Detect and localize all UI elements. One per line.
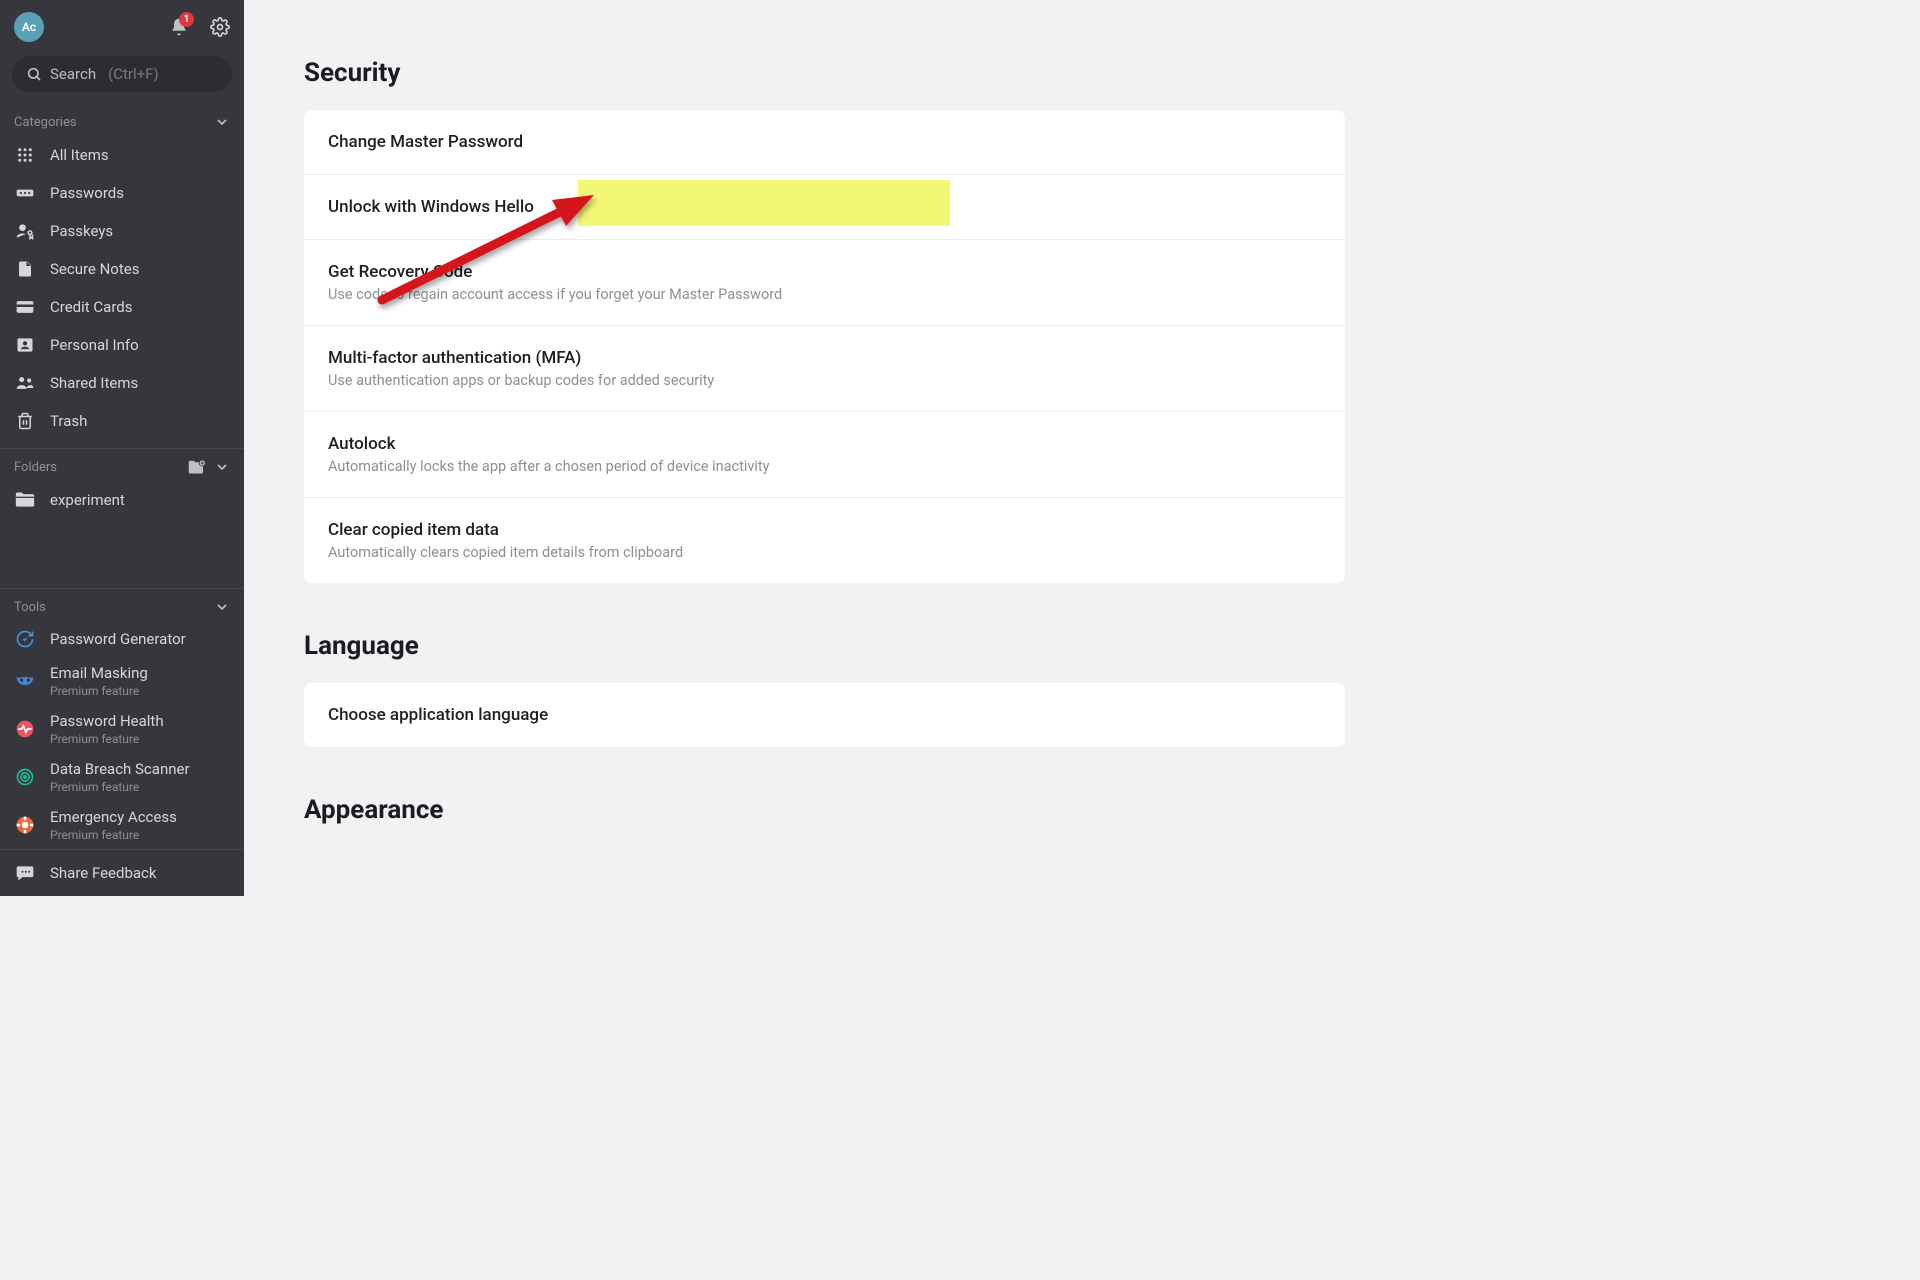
row-title: Change Master Password <box>328 132 1321 152</box>
tool-emergency-access[interactable]: Emergency Access Premium feature <box>0 801 244 849</box>
sidebar-item-credit-cards[interactable]: Credit Cards <box>0 288 244 326</box>
tool-email-masking[interactable]: Email Masking Premium feature <box>0 657 244 705</box>
row-title: Unlock with Windows Hello <box>328 197 1321 217</box>
row-mfa[interactable]: Multi-factor authentication (MFA) Use au… <box>304 326 1345 412</box>
generator-icon <box>14 628 36 650</box>
folder-item[interactable]: experiment <box>0 481 244 519</box>
share-feedback-label: Share Feedback <box>50 864 157 882</box>
trash-icon <box>14 410 36 432</box>
lifebuoy-icon <box>14 814 36 836</box>
sidebar: Ac 1 Search (Ctrl+F) Categories All <box>0 0 244 896</box>
note-icon <box>14 258 36 280</box>
sidebar-item-label: Shared Items <box>50 374 138 392</box>
search-hint: (Ctrl+F) <box>108 65 159 83</box>
sidebar-item-personal-info[interactable]: Personal Info <box>0 326 244 364</box>
sidebar-header: Ac 1 <box>0 0 244 48</box>
sidebar-item-passwords[interactable]: Passwords <box>0 174 244 212</box>
notifications-button[interactable]: 1 <box>168 16 190 38</box>
categories-header[interactable]: Categories <box>0 104 244 136</box>
tool-password-health[interactable]: Password Health Premium feature <box>0 705 244 753</box>
tool-label: Emergency Access <box>50 808 177 826</box>
search-placeholder: Search <box>50 65 96 83</box>
tool-label: Password Health <box>50 712 164 730</box>
scanner-icon <box>14 766 36 788</box>
row-desc: Automatically clears copied item details… <box>328 544 1321 561</box>
security-title: Security <box>304 58 1345 88</box>
sidebar-item-label: Credit Cards <box>50 298 132 316</box>
chevron-down-icon <box>214 599 230 615</box>
sidebar-item-shared-items[interactable]: Shared Items <box>0 364 244 402</box>
row-desc: Automatically locks the app after a chos… <box>328 458 1321 475</box>
health-icon <box>14 718 36 740</box>
settings-button[interactable] <box>210 17 230 37</box>
tools-list: Password Generator Email Masking Premium … <box>0 621 244 849</box>
folder-icon <box>14 489 36 511</box>
search-icon <box>26 66 42 82</box>
row-desc: Use authentication apps or backup codes … <box>328 372 1321 389</box>
row-title: Multi-factor authentication (MFA) <box>328 348 1321 368</box>
row-unlock-windows-hello[interactable]: Unlock with Windows Hello <box>304 175 1345 240</box>
language-title: Language <box>304 631 1345 661</box>
sidebar-item-label: Secure Notes <box>50 260 139 278</box>
passkey-icon <box>14 220 36 242</box>
categories-header-label: Categories <box>14 115 77 130</box>
mask-icon <box>14 670 36 692</box>
sidebar-item-trash[interactable]: Trash <box>0 402 244 440</box>
gear-icon <box>210 17 230 37</box>
row-title: Clear copied item data <box>328 520 1321 540</box>
tool-password-generator[interactable]: Password Generator <box>0 621 244 657</box>
premium-label: Premium feature <box>50 732 164 746</box>
chat-icon <box>14 862 36 884</box>
row-clear-copied[interactable]: Clear copied item data Automatically cle… <box>304 498 1345 583</box>
categories-list: All Items Passwords Passkeys Secure Note… <box>0 136 244 440</box>
sidebar-item-label: Passwords <box>50 184 124 202</box>
main-content: Security Change Master Password Unlock w… <box>244 0 1345 896</box>
row-desc: Use code to regain account access if you… <box>328 286 1321 303</box>
sidebar-item-label: Trash <box>50 412 87 430</box>
tool-label: Email Masking <box>50 664 148 682</box>
personal-icon <box>14 334 36 356</box>
premium-label: Premium feature <box>50 828 177 842</box>
folders-header-label: Folders <box>14 460 57 475</box>
card-icon <box>14 296 36 318</box>
tool-label: Data Breach Scanner <box>50 760 190 778</box>
tools-header-label: Tools <box>14 600 46 615</box>
row-change-master-password[interactable]: Change Master Password <box>304 110 1345 175</box>
row-title: Choose application language <box>328 705 1321 725</box>
row-recovery-code[interactable]: Get Recovery Code Use code to regain acc… <box>304 240 1345 326</box>
folder-label: experiment <box>50 491 125 509</box>
row-title: Get Recovery Code <box>328 262 1321 282</box>
language-card: Choose application language <box>304 683 1345 747</box>
sidebar-item-label: All Items <box>50 146 109 164</box>
tool-data-breach[interactable]: Data Breach Scanner Premium feature <box>0 753 244 801</box>
shared-icon <box>14 372 36 394</box>
premium-label: Premium feature <box>50 684 148 698</box>
chevron-down-icon <box>214 114 230 130</box>
sidebar-item-label: Passkeys <box>50 222 113 240</box>
row-title: Autolock <box>328 434 1321 454</box>
notifications-badge: 1 <box>179 12 194 27</box>
share-feedback-button[interactable]: Share Feedback <box>0 850 244 896</box>
sidebar-item-secure-notes[interactable]: Secure Notes <box>0 250 244 288</box>
chevron-down-icon <box>214 459 230 475</box>
tools-header[interactable]: Tools <box>0 589 244 621</box>
sidebar-item-all-items[interactable]: All Items <box>0 136 244 174</box>
avatar[interactable]: Ac <box>14 12 44 42</box>
appearance-title: Appearance <box>304 795 1345 825</box>
sidebar-item-passkeys[interactable]: Passkeys <box>0 212 244 250</box>
password-icon <box>14 182 36 204</box>
row-choose-language[interactable]: Choose application language <box>304 683 1345 747</box>
sidebar-item-label: Personal Info <box>50 336 139 354</box>
row-autolock[interactable]: Autolock Automatically locks the app aft… <box>304 412 1345 498</box>
folders-header[interactable]: Folders <box>0 449 244 481</box>
security-card: Change Master Password Unlock with Windo… <box>304 110 1345 583</box>
folder-add-icon[interactable] <box>188 460 206 475</box>
tool-label: Password Generator <box>50 630 186 648</box>
grid-icon <box>14 144 36 166</box>
sidebar-footer: Share Feedback <box>0 849 244 896</box>
premium-label: Premium feature <box>50 780 190 794</box>
search-input[interactable]: Search (Ctrl+F) <box>12 56 232 92</box>
